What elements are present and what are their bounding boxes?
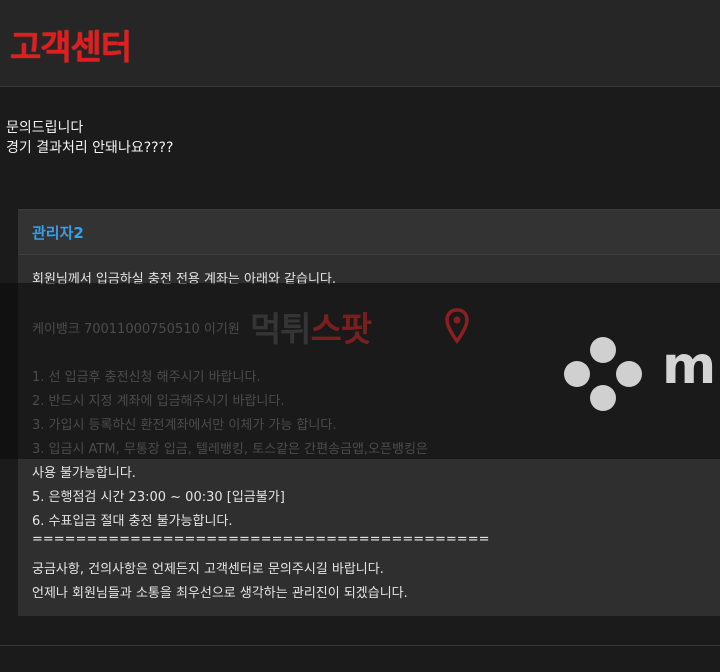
footer-divider bbox=[0, 645, 720, 646]
reply-line: 3. 가입시 등록하신 환전계좌에서만 이체가 가능 합니다. bbox=[32, 418, 337, 433]
reply-line: 1. 선 입금후 충전신청 해주시기 바랍니다. bbox=[32, 370, 261, 385]
location-pin-icon bbox=[445, 308, 469, 344]
reply-line: 회원님께서 입금하실 충전 전용 계좌는 아래와 같습니다. bbox=[32, 272, 337, 287]
watermark-part1: 먹튀 bbox=[250, 310, 312, 350]
site-logo-icon bbox=[564, 337, 642, 411]
reply-line: 5. 은행점검 시간 23:00 ~ 00:30 [입금불가] bbox=[32, 490, 285, 505]
reply-header: 관리자2 bbox=[18, 210, 720, 255]
reply-line: 6. 수표입금 절대 충전 불가능합니다. bbox=[32, 514, 233, 529]
divider-line: ========================================… bbox=[32, 532, 490, 547]
reply-author: 관리자2 bbox=[32, 224, 84, 242]
reply-line: 사용 불가능합니다. bbox=[32, 466, 136, 481]
header-bar: 고객센터 bbox=[0, 0, 720, 87]
question-text: 문의드립니다 경기 결과처리 안돼나요???? bbox=[6, 118, 173, 158]
question-line: 경기 결과처리 안돼나요???? bbox=[6, 140, 174, 156]
reply-line: 케이뱅크 70011000750510 이기원 bbox=[32, 322, 240, 337]
reply-line: 언제나 회원님들과 소통을 최우선으로 생각하는 관리진이 되겠습니다. bbox=[32, 586, 408, 601]
question-line: 문의드립니다 bbox=[6, 120, 84, 136]
site-logo-text: m bbox=[662, 336, 717, 396]
watermark-text: 먹튀스팟 bbox=[250, 302, 373, 351]
reply-line: 궁금사항, 건의사항은 언제든지 고객센터로 문의주시길 바랍니다. bbox=[32, 562, 384, 577]
page-title: 고객센터 bbox=[10, 28, 132, 68]
watermark-part2: 스팟 bbox=[310, 310, 373, 350]
reply-line: 3. 입금시 ATM, 무통장 입금, 텔레뱅킹, 토스같은 간편송금앱,오픈뱅… bbox=[32, 442, 428, 457]
reply-line: 2. 반드시 지정 계좌에 입금해주시기 바랍니다. bbox=[32, 394, 285, 409]
reply-panel: 관리자2 회원님께서 입금하실 충전 전용 계좌는 아래와 같습니다. 케이뱅크… bbox=[18, 209, 720, 616]
